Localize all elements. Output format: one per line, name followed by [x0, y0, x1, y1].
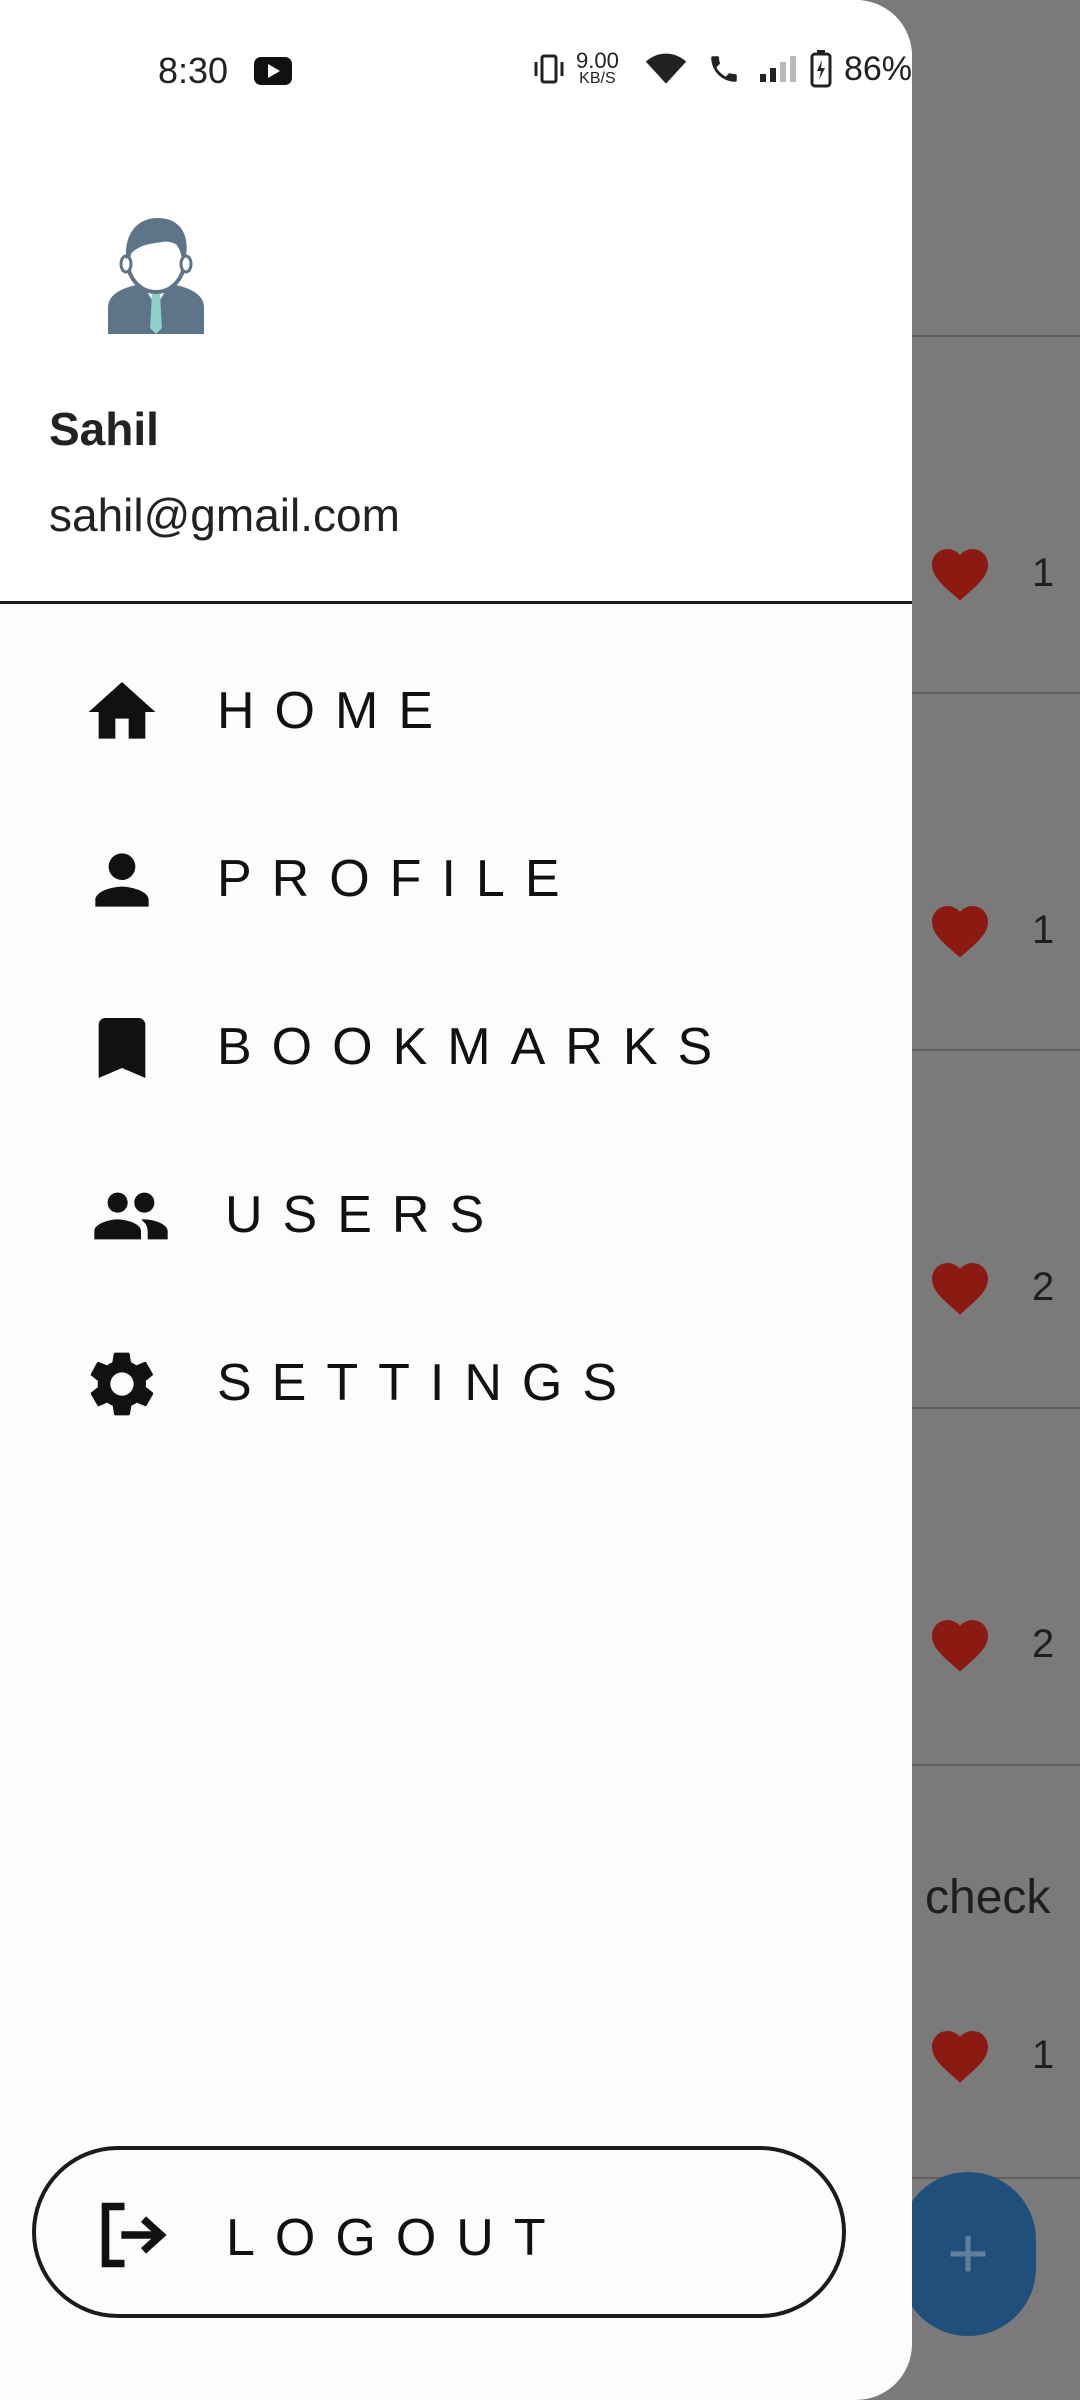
heart-icon [932, 549, 988, 601]
menu-item-home[interactable]: HOME [0, 637, 912, 787]
logout-label: LOGOUT [226, 2209, 566, 2267]
like-count: 1 [1032, 550, 1055, 595]
like-count: 1 [1032, 907, 1055, 952]
like-count: 2 [1032, 1621, 1055, 1666]
feed-divider [912, 1407, 1080, 1409]
gear-icon [90, 1352, 154, 1416]
status-bar: 8:30 9.00 KB/S 86% [0, 0, 912, 140]
menu-label-bookmarks: BOOKMARKS [217, 1018, 733, 1076]
person-icon [95, 853, 149, 907]
menu-item-settings[interactable]: SETTINGS [0, 1309, 912, 1459]
like-count: 1 [1032, 2032, 1055, 2077]
menu-label-profile: PROFILE [217, 850, 580, 908]
post-text: check [925, 1871, 1051, 1924]
feed-divider [912, 1049, 1080, 1051]
vibrate-icon [534, 54, 564, 84]
like-button[interactable]: 2 [928, 1257, 1054, 1317]
logout-button[interactable]: LOGOUT [32, 2146, 846, 2318]
like-button[interactable]: 1 [928, 900, 1054, 960]
battery-icon [810, 50, 832, 88]
home-icon [88, 682, 156, 739]
status-icons: 9.00 KB/S 86% [532, 46, 912, 92]
net-speed: 9.00 KB/S [576, 48, 619, 88]
net-speed-value: 9.00 [576, 48, 619, 73]
avatar [108, 218, 204, 334]
user-name: Sahil [49, 403, 159, 455]
feed-divider [912, 692, 1080, 694]
heart-icon [932, 2031, 988, 2083]
logout-icon [101, 2202, 167, 2268]
menu-label-home: HOME [217, 682, 453, 740]
like-button[interactable]: 1 [928, 2025, 1054, 2085]
plus-icon: + [946, 2214, 990, 2294]
menu-label-users: USERS [225, 1186, 505, 1244]
bookmark-icon [98, 1018, 146, 1078]
like-button[interactable]: 2 [928, 1614, 1054, 1674]
battery-percent: 86% [843, 50, 912, 88]
heart-icon [932, 1620, 988, 1672]
wifi-icon [645, 53, 687, 84]
feed-divider [912, 335, 1080, 337]
heart-icon [932, 906, 988, 958]
signal-icon [760, 56, 796, 82]
like-button[interactable]: 1 [928, 543, 1054, 603]
add-post-fab[interactable]: + [900, 2172, 1036, 2336]
youtube-notification-icon [254, 57, 292, 85]
menu-label-settings: SETTINGS [217, 1354, 638, 1412]
status-time: 8:30 [158, 50, 229, 91]
feed-divider [912, 1764, 1080, 1766]
user-email: sahil@gmail.com [49, 489, 400, 541]
drawer-header: 8:30 9.00 KB/S 86% Sahil sahil@gmail.com [0, 0, 912, 604]
like-count: 2 [1032, 1264, 1055, 1309]
net-speed-unit: KB/S [579, 70, 616, 87]
menu-item-profile[interactable]: PROFILE [0, 805, 912, 955]
menu-item-users[interactable]: USERS [0, 1141, 912, 1291]
navigation-drawer: 8:30 9.00 KB/S 86% Sahil sahil@gmail.com… [0, 0, 912, 2400]
call-icon [711, 56, 737, 82]
group-icon [94, 1192, 168, 1240]
menu-item-bookmarks[interactable]: BOOKMARKS [0, 973, 912, 1123]
heart-icon [932, 1263, 988, 1315]
